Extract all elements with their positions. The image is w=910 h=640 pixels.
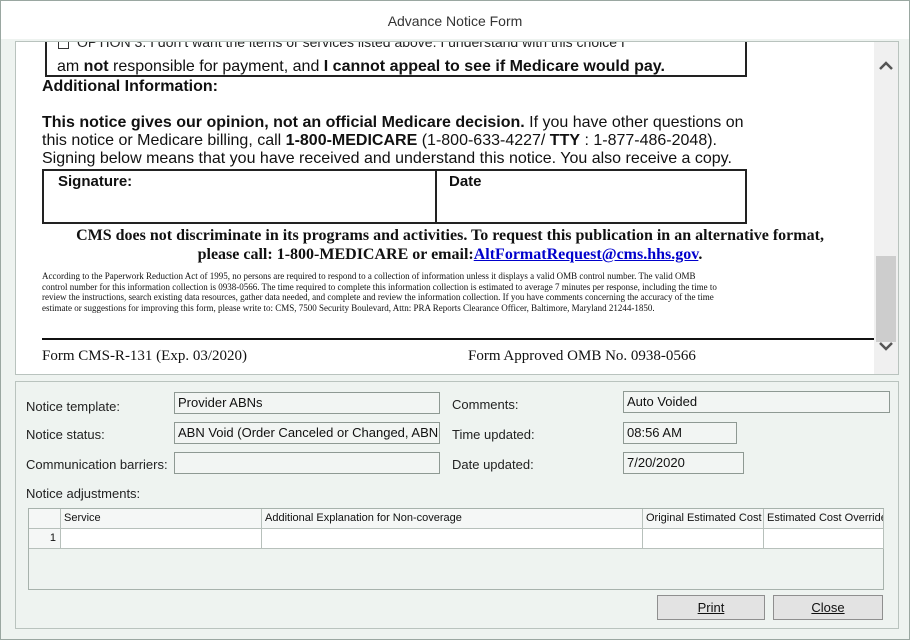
- notice-status-field[interactable]: ABN Void (Order Canceled or Changed, ABN: [174, 422, 440, 444]
- checkbox-icon[interactable]: [58, 42, 69, 49]
- time-updated-field[interactable]: 08:56 AM: [623, 422, 737, 444]
- notice-adjustments-table[interactable]: Service Additional Explanation for Non-c…: [28, 508, 884, 590]
- advance-notice-window: Advance Notice Form OPTION 3. I don’t wa…: [0, 0, 910, 640]
- option-3-text: OPTION 3. I don’t want the items or serv…: [58, 42, 625, 50]
- scrollbar-thumb[interactable]: [876, 256, 896, 342]
- print-button[interactable]: Print: [657, 595, 765, 620]
- communication-barriers-label: Communication barriers:: [26, 457, 168, 472]
- explanation-cell[interactable]: [262, 529, 643, 549]
- column-header-service[interactable]: Service: [61, 509, 262, 529]
- time-updated-label: Time updated:: [452, 427, 535, 442]
- notice-details-panel: Notice template: Provider ABNs Notice st…: [15, 381, 899, 629]
- row-number-cell: 1: [29, 529, 61, 549]
- window-title: Advance Notice Form: [1, 1, 909, 39]
- date-updated-label: Date updated:: [452, 457, 534, 472]
- signature-divider: [435, 171, 437, 222]
- column-header-row-number: [29, 509, 61, 529]
- additional-info-heading: Additional Information:: [42, 78, 218, 95]
- notice-adjustments-label: Notice adjustments:: [26, 486, 141, 501]
- column-header-original-cost[interactable]: Original Estimated Cost: [643, 509, 764, 529]
- notice-template-label: Notice template:: [26, 399, 120, 414]
- date-updated-field[interactable]: 7/20/2020: [623, 452, 744, 474]
- footer-rule: [42, 338, 874, 340]
- table-row[interactable]: 1: [29, 529, 884, 549]
- notice-document: OPTION 3. I don’t want the items or serv…: [16, 42, 874, 374]
- paperwork-reduction-act-text: According to the Paperwork Reduction Act…: [42, 271, 717, 313]
- close-button[interactable]: Close: [773, 595, 883, 620]
- form-omb-number: Form Approved OMB No. 0938-0566: [468, 348, 696, 364]
- communication-barriers-field[interactable]: [174, 452, 440, 474]
- column-header-cost-override[interactable]: Estimated Cost Override: [764, 509, 884, 529]
- cms-email-link[interactable]: AltFormatRequest@cms.hhs.gov: [474, 246, 699, 263]
- comments-label: Comments:: [452, 397, 519, 412]
- option-3-continuation: am not responsible for payment, and I ca…: [57, 58, 665, 75]
- comments-field[interactable]: Auto Voided: [623, 391, 890, 413]
- notice-paragraph: This notice gives our opinion, not an of…: [42, 114, 744, 167]
- vertical-scrollbar[interactable]: [874, 42, 898, 374]
- document-viewer[interactable]: OPTION 3. I don’t want the items or serv…: [15, 41, 899, 375]
- notice-template-field[interactable]: Provider ABNs: [174, 392, 440, 414]
- chevron-up-icon[interactable]: [876, 56, 896, 78]
- table-header-row: Service Additional Explanation for Non-c…: [29, 509, 884, 529]
- notice-status-label: Notice status:: [26, 427, 105, 442]
- option-3-label: OPTION 3. I don’t want the items or serv…: [77, 42, 625, 50]
- signature-label: Signature:: [58, 173, 133, 190]
- form-id: Form CMS-R-131 (Exp. 03/2020): [42, 348, 248, 364]
- column-header-explanation[interactable]: Additional Explanation for Non-coverage: [262, 509, 643, 529]
- service-cell[interactable]: [61, 529, 262, 549]
- cms-nondiscrimination-statement: CMS does not discriminate in its program…: [76, 227, 824, 263]
- signature-box: Signature: Date: [42, 169, 747, 224]
- chevron-down-icon[interactable]: [876, 336, 896, 358]
- date-label: Date: [449, 173, 482, 190]
- original-cost-cell[interactable]: [643, 529, 764, 549]
- cost-override-cell[interactable]: [764, 529, 884, 549]
